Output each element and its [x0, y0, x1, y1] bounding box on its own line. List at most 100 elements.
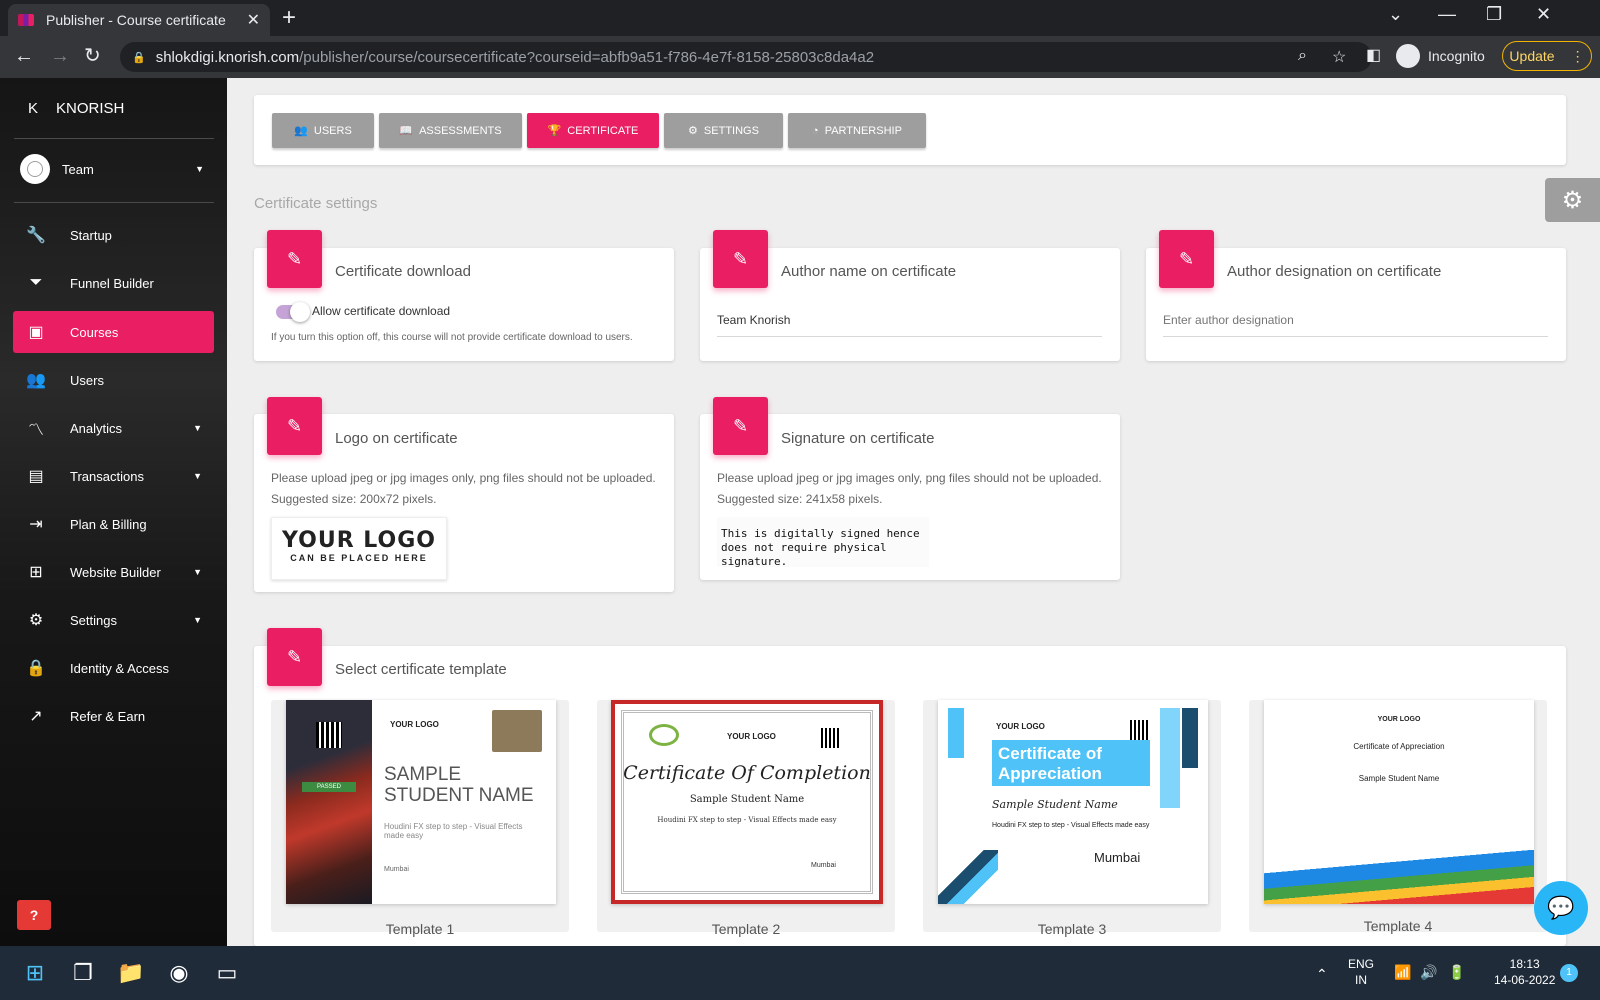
volume-icon[interactable]: 🔊 — [1420, 964, 1437, 980]
clock-time: 18:13 — [1509, 957, 1540, 971]
file-explorer-icon[interactable]: 📁 — [116, 958, 146, 988]
browser-tab[interactable]: Publisher - Course certificate ✕ — [8, 4, 270, 36]
qr-code-icon — [1130, 720, 1150, 740]
tab-label: USERS — [313, 124, 352, 137]
close-window-icon[interactable]: ✕ — [1536, 4, 1551, 25]
template-city: Mumbai — [384, 866, 409, 873]
logo-preview-subtitle: CAN BE PLACED HERE — [290, 553, 428, 563]
tab-assessments[interactable]: 📖 ASSESSMENTS — [379, 113, 522, 148]
author-name-field[interactable]: Team Knorish — [717, 313, 1102, 337]
task-view-icon[interactable]: ❐ — [68, 958, 98, 988]
author-designation-field[interactable] — [1163, 313, 1548, 337]
card-title: Author designation on certificate — [1227, 263, 1442, 280]
minimize-icon[interactable]: — — [1438, 4, 1456, 25]
author-designation-input[interactable] — [1163, 313, 1548, 327]
bookmark-star-icon[interactable]: ☆ — [1332, 47, 1346, 67]
tab-partnership[interactable]: ◔ PARTNERSHIP — [788, 113, 926, 148]
wifi-icon[interactable]: 📶 — [1394, 964, 1411, 980]
decor-bar — [1182, 708, 1198, 768]
zoom-icon[interactable]: ⌕ — [1298, 47, 1307, 65]
sidebar-item-label: Settings — [70, 612, 117, 628]
signature-preview[interactable]: This is digitally signed hence does not … — [717, 517, 929, 567]
lock-icon: 🔒 — [132, 51, 146, 64]
edit-pencil-icon[interactable]: ✎ — [267, 397, 322, 455]
sidebar-item-transactions[interactable]: ▤ Transactions ▼ — [13, 455, 214, 497]
address-bar[interactable]: 🔒 shlokdigi.knorish.com/publisher/course… — [120, 42, 1372, 72]
help-button[interactable]: ? — [17, 900, 51, 930]
incognito-profile[interactable]: Incognito — [1396, 44, 1485, 68]
allow-download-toggle[interactable] — [276, 302, 310, 322]
logo-preview[interactable]: YOUR LOGO CAN BE PLACED HERE — [271, 517, 447, 580]
tab-certificate[interactable]: 🏆 CERTIFICATE — [527, 113, 659, 148]
template-thumbnail: YOUR LOGO Certificate of Appreciation Sa… — [938, 700, 1208, 904]
edit-pencil-icon[interactable]: ✎ — [267, 230, 322, 288]
sidebar-item-identity-access[interactable]: 🔒 Identity & Access — [13, 647, 214, 689]
template-option-3[interactable]: YOUR LOGO Certificate of Appreciation Sa… — [923, 700, 1221, 937]
sidebar-item-label: Users — [70, 372, 104, 388]
new-tab-icon[interactable]: + — [282, 6, 296, 30]
sidebar-item-startup[interactable]: 🔧 Startup — [13, 214, 214, 256]
brand-name: KNORISH — [56, 100, 125, 117]
edit-pencil-icon[interactable]: ✎ — [1159, 230, 1214, 288]
course-tabs-bar: 👥 USERS 📖 ASSESSMENTS 🏆 CERTIFICATE ⚙ SE… — [254, 95, 1566, 165]
clock[interactable]: 18:13 14-06-2022 — [1494, 956, 1555, 988]
toggle-label: Allow certificate download — [312, 304, 451, 318]
template-option-4[interactable]: YOUR LOGO Certificate of Appreciation Sa… — [1249, 700, 1547, 934]
sidebar-item-label: Refer & Earn — [70, 708, 146, 724]
template-option-1[interactable]: PASSED YOUR LOGO SAMPLE STUDENT NAME Hou… — [271, 700, 569, 937]
gear-icon: ⚙ — [688, 125, 698, 137]
sidebar-item-refer-earn[interactable]: ↗ Refer & Earn — [13, 695, 214, 737]
brand[interactable]: K KNORISH — [28, 100, 124, 117]
side-panel-icon[interactable]: ◧ — [1366, 46, 1381, 66]
edit-pencil-icon[interactable]: ✎ — [713, 397, 768, 455]
template-thumbnail: YOUR LOGO Certificate of Appreciation Sa… — [1264, 700, 1534, 904]
sidebar-item-courses[interactable]: ▣ Courses — [13, 311, 214, 353]
help-line: Please upload jpeg or jpg images only, p… — [717, 471, 1102, 485]
tab-label: PARTNERSHIP — [824, 124, 902, 137]
notification-badge[interactable]: 1 — [1560, 964, 1578, 982]
tab-search-icon[interactable]: ⌄ — [1388, 4, 1403, 25]
sidebar-item-website-builder[interactable]: ⊞ Website Builder ▼ — [13, 551, 214, 593]
trophy-icon: 🏆 — [547, 125, 562, 137]
taskbar: ⊞ ❐ 📁 ◉ ▭ ⌃ ENG IN 📶 🔊 🔋 18:13 14-06-202… — [0, 946, 1600, 1000]
template-name: Sample Student Name — [992, 798, 1118, 811]
sidebar-item-users[interactable]: 👥 Users — [13, 359, 214, 401]
template-label: Template 1 — [385, 921, 455, 937]
tab-label: ASSESSMENTS — [419, 124, 502, 137]
analytics-icon: 〽 — [27, 422, 44, 439]
update-button[interactable]: Update ⋮ — [1502, 41, 1592, 71]
logo-help: Please upload jpeg or jpg images only, p… — [271, 468, 656, 510]
close-tab-icon[interactable]: ✕ — [247, 10, 260, 30]
settings-gear-icon[interactable]: ⚙ — [1545, 178, 1600, 222]
tab-settings[interactable]: ⚙ SETTINGS — [664, 113, 783, 148]
sidebar-item-plan-billing[interactable]: ⇥ Plan & Billing — [13, 503, 214, 545]
tray-chevron-icon[interactable]: ⌃ — [1316, 966, 1328, 982]
restore-icon[interactable]: ❐ — [1486, 4, 1502, 25]
sidebar-item-label: Identity & Access — [70, 660, 169, 676]
chrome-icon[interactable]: ◉ — [164, 958, 194, 988]
sidebar-item-analytics[interactable]: 〽 Analytics ▼ — [13, 407, 214, 449]
sidebar-item-settings[interactable]: ⚙ Settings ▼ — [13, 599, 214, 641]
wrench-icon: 🔧 — [26, 227, 46, 244]
back-icon[interactable]: ← — [14, 46, 34, 66]
chat-icon[interactable]: 💬 — [1534, 881, 1588, 935]
edit-pencil-icon[interactable]: ✎ — [713, 230, 768, 288]
sidebar-item-funnel-builder[interactable]: ⏷ Funnel Builder — [13, 262, 214, 304]
card-title: Logo on certificate — [335, 430, 458, 447]
laurel-icon — [649, 724, 679, 746]
clock-date: 14-06-2022 — [1494, 973, 1556, 987]
template-heading: Certificate Of Completion — [623, 762, 871, 784]
reload-icon[interactable]: ↻ — [84, 46, 101, 66]
card-title: Author name on certificate — [781, 263, 957, 280]
user-menu[interactable]: Team ▼ — [20, 154, 204, 184]
edit-pencil-icon[interactable]: ✎ — [267, 628, 322, 686]
windows-start-icon[interactable]: ⊞ — [20, 958, 50, 988]
caret-down-icon: ▼ — [195, 164, 204, 174]
template-option-2[interactable]: YOUR LOGO Certificate Of Completion Samp… — [597, 700, 895, 937]
tab-users[interactable]: 👥 USERS — [272, 113, 374, 148]
signature-line: does not require physical signature. — [721, 541, 887, 567]
app-icon[interactable]: ▭ — [212, 958, 242, 988]
battery-icon[interactable]: 🔋 — [1448, 964, 1465, 980]
language-indicator[interactable]: ENG IN — [1348, 956, 1374, 988]
forward-icon[interactable]: → — [50, 46, 70, 66]
